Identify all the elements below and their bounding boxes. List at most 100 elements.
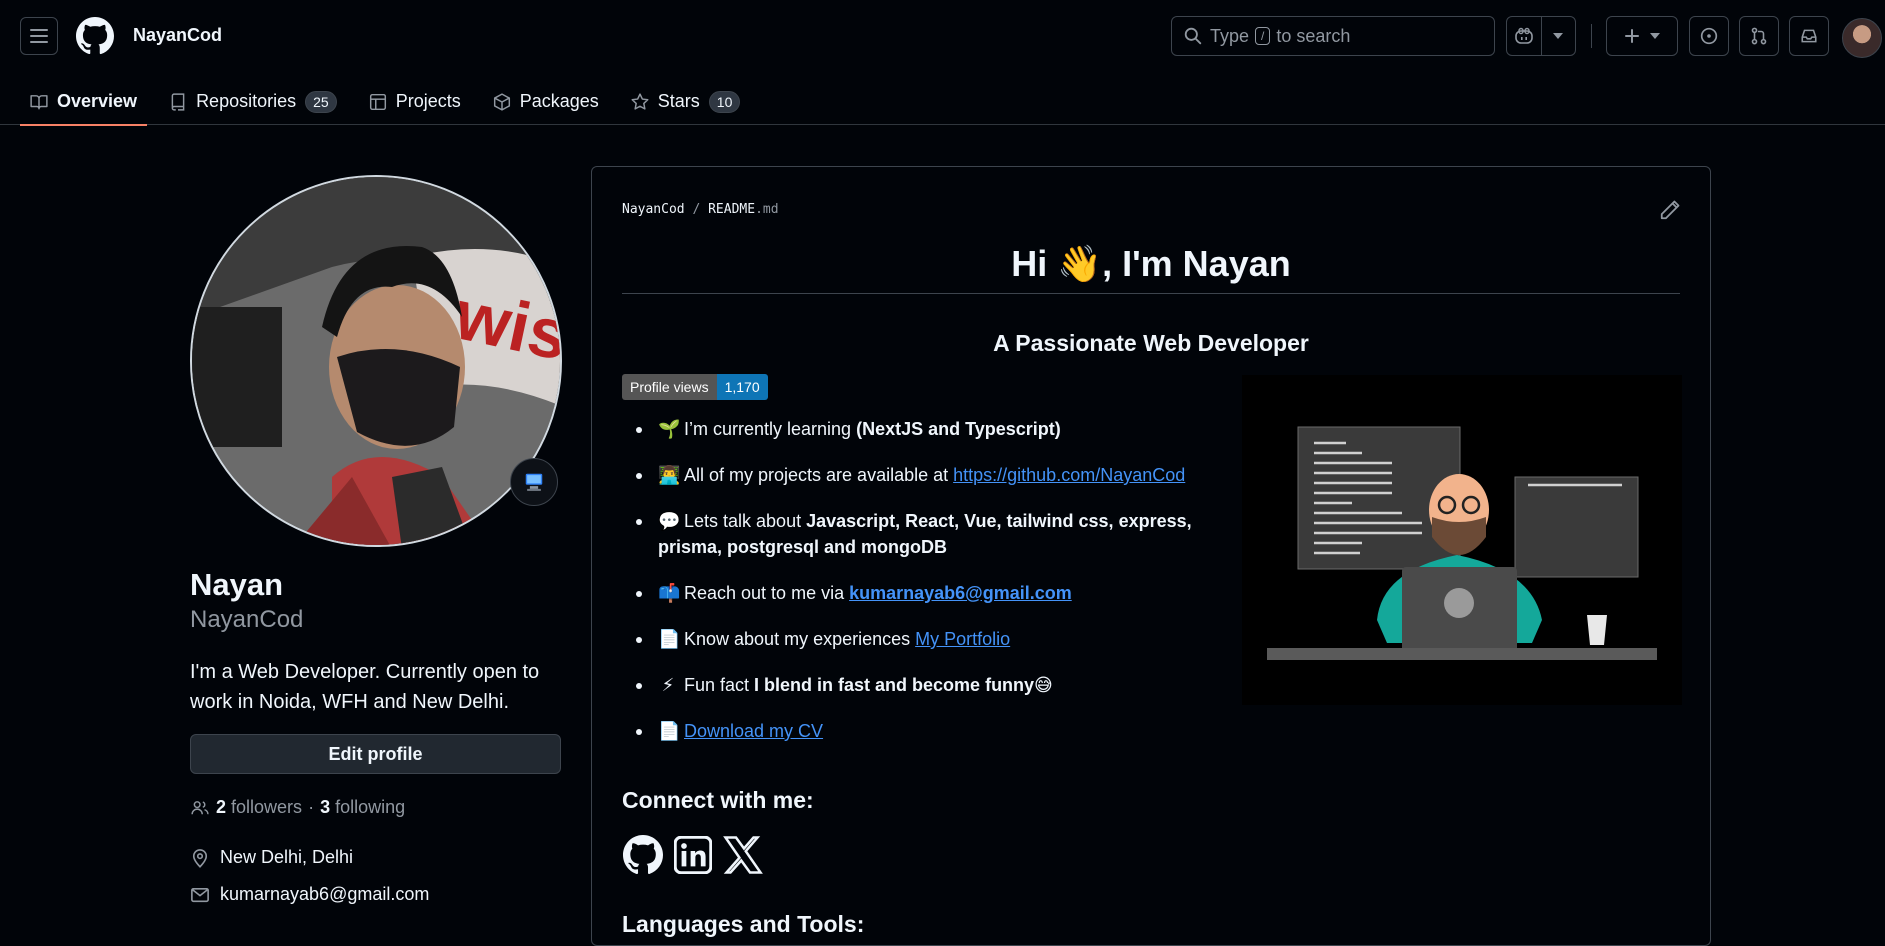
tab-label: Repositories [196, 91, 297, 111]
list-item: 👨‍💻 All of my projects are available at h… [622, 462, 1222, 488]
edit-profile-button[interactable]: Edit profile [190, 734, 561, 774]
tab-stars[interactable]: Stars 10 [621, 78, 751, 125]
tab-label: Packages [519, 91, 599, 111]
tab-repositories[interactable]: Repositories 25 [159, 78, 347, 125]
github-profile-link[interactable]: https://github.com/NayanCod [953, 465, 1185, 485]
profile-login: NayanCod [190, 606, 304, 633]
menu-button[interactable] [20, 17, 58, 55]
profile-name: Nayan [190, 567, 284, 602]
speech-bubble-icon: 💬 [658, 511, 681, 531]
table-icon [369, 93, 386, 110]
x-social-link[interactable] [722, 834, 764, 876]
location-icon [192, 848, 208, 868]
caret-down-icon [1650, 33, 1660, 39]
edit-readme-button[interactable] [1659, 199, 1683, 223]
repositories-count: 25 [305, 90, 337, 113]
copilot-button-group [1506, 16, 1576, 56]
mail-icon [191, 887, 209, 902]
stars-count: 10 [708, 90, 741, 113]
mailbox-icon: 📫 [658, 583, 681, 603]
github-social-link[interactable] [622, 834, 664, 876]
list-item-text: Reach out to me via [684, 583, 850, 603]
profile-views-badge: Profile views 1,170 [622, 374, 768, 400]
list-item: ⚡ Fun fact I blend in fast and become fun… [622, 672, 1222, 698]
email-text: kumarnayab6@gmail.com [220, 884, 430, 904]
portfolio-link[interactable]: My Portfolio [915, 629, 1010, 649]
user-avatar[interactable] [1842, 18, 1882, 58]
hamburger-icon [30, 29, 48, 43]
readme-file-name: README [708, 202, 756, 217]
list-item-text: Know about my experiences [684, 629, 916, 649]
list-item: 💬 Lets talk about Javascript, React, Vue,… [622, 508, 1222, 560]
followers-link[interactable]: 2 followers [216, 797, 302, 818]
copilot-dropdown-button[interactable] [1542, 17, 1576, 55]
github-icon [623, 835, 663, 875]
linkedin-icon [674, 836, 712, 874]
header-divider [1591, 24, 1592, 48]
location-text: New Delhi, Delhi [220, 847, 354, 867]
list-item: 📫 Reach out to me via kumarnayab6@gmail.c… [622, 580, 1222, 606]
list-item-bold: (NextJS and Typescript) [856, 419, 1061, 439]
readme-owner-link[interactable]: NayanCod [622, 202, 685, 217]
follow-separator: · [308, 797, 315, 817]
tab-overview[interactable]: Overview [20, 78, 148, 126]
list-item-text: Fun fact [684, 675, 755, 695]
connect-heading: Connect with me: [622, 787, 814, 813]
star-icon [631, 92, 649, 110]
tab-label: Projects [395, 91, 461, 111]
lightning-icon: ⚡ [661, 675, 675, 695]
readme-path-separator: / [692, 202, 701, 217]
global-header: NayanCod Type / to search Overview Repos… [0, 0, 1885, 126]
package-icon [493, 92, 510, 111]
followers-count: 2 [216, 797, 227, 817]
book-icon [30, 94, 48, 109]
tab-packages[interactable]: Packages [483, 78, 609, 125]
document-icon: 📄 [658, 721, 681, 741]
create-new-button[interactable] [1606, 16, 1678, 56]
linkedin-social-link[interactable] [672, 834, 714, 876]
header-username[interactable]: NayanCod [133, 25, 222, 46]
issues-button[interactable] [1689, 16, 1729, 56]
search-icon [1184, 27, 1202, 45]
inbox-icon [1801, 29, 1817, 43]
caret-down-icon [1553, 33, 1564, 39]
github-logo-icon[interactable] [76, 17, 114, 55]
profile-avatar[interactable]: wis [190, 175, 562, 547]
profile-bio: I'm a Web Developer. Currently open to w… [190, 661, 540, 713]
technologist-icon: 👨‍💻 [658, 465, 681, 485]
list-item-text: All of my projects are available at [684, 465, 954, 485]
search-input[interactable]: Type / to search [1171, 16, 1495, 56]
list-item-bold: I blend in fast and become funny😅 [754, 675, 1053, 695]
list-item: 📄 Download my CV [622, 718, 1222, 744]
download-cv-link[interactable]: Download my CV [684, 721, 823, 741]
document-icon: 📄 [658, 629, 681, 649]
copilot-icon [1514, 27, 1533, 44]
search-prefix: Type [1210, 25, 1250, 46]
readme-title: Hi 👋, I'm Nayan [622, 243, 1680, 294]
profile-email[interactable]: kumarnayab6@gmail.com [190, 884, 429, 905]
following-label: following [335, 797, 406, 817]
developer-illustration [1242, 375, 1682, 705]
social-links [622, 834, 764, 876]
repo-icon [171, 92, 185, 111]
status-button[interactable] [510, 458, 558, 506]
email-link[interactable]: kumarnayab6@gmail.com [849, 583, 1072, 603]
readme-file-ext: .md [755, 202, 779, 217]
follow-stats: 2 followers · 3 following [190, 797, 405, 818]
pull-requests-button[interactable] [1739, 16, 1779, 56]
following-link[interactable]: 3 following [320, 797, 405, 818]
profile-tabs: Overview Repositories 25 Projects Packag… [20, 78, 762, 126]
readme-list: 🌱 I’m currently learning (NextJS and Type… [622, 416, 1222, 764]
search-shortcut-key: / [1255, 27, 1271, 45]
readme-card: NayanCod / README.md Hi 👋, I'm Nayan A P… [591, 166, 1711, 946]
badge-label: Profile views [622, 374, 717, 400]
readme-subtitle: A Passionate Web Developer [993, 330, 1309, 356]
following-count: 3 [320, 797, 331, 817]
list-item-text: Lets talk about [684, 511, 807, 531]
list-item: 🌱 I’m currently learning (NextJS and Type… [622, 416, 1222, 442]
copilot-button[interactable] [1507, 17, 1542, 55]
list-item-text: I’m currently learning [684, 419, 857, 439]
top-bar: NayanCod Type / to search [0, 0, 1885, 72]
tab-projects[interactable]: Projects [359, 78, 471, 125]
inbox-button[interactable] [1789, 16, 1829, 56]
